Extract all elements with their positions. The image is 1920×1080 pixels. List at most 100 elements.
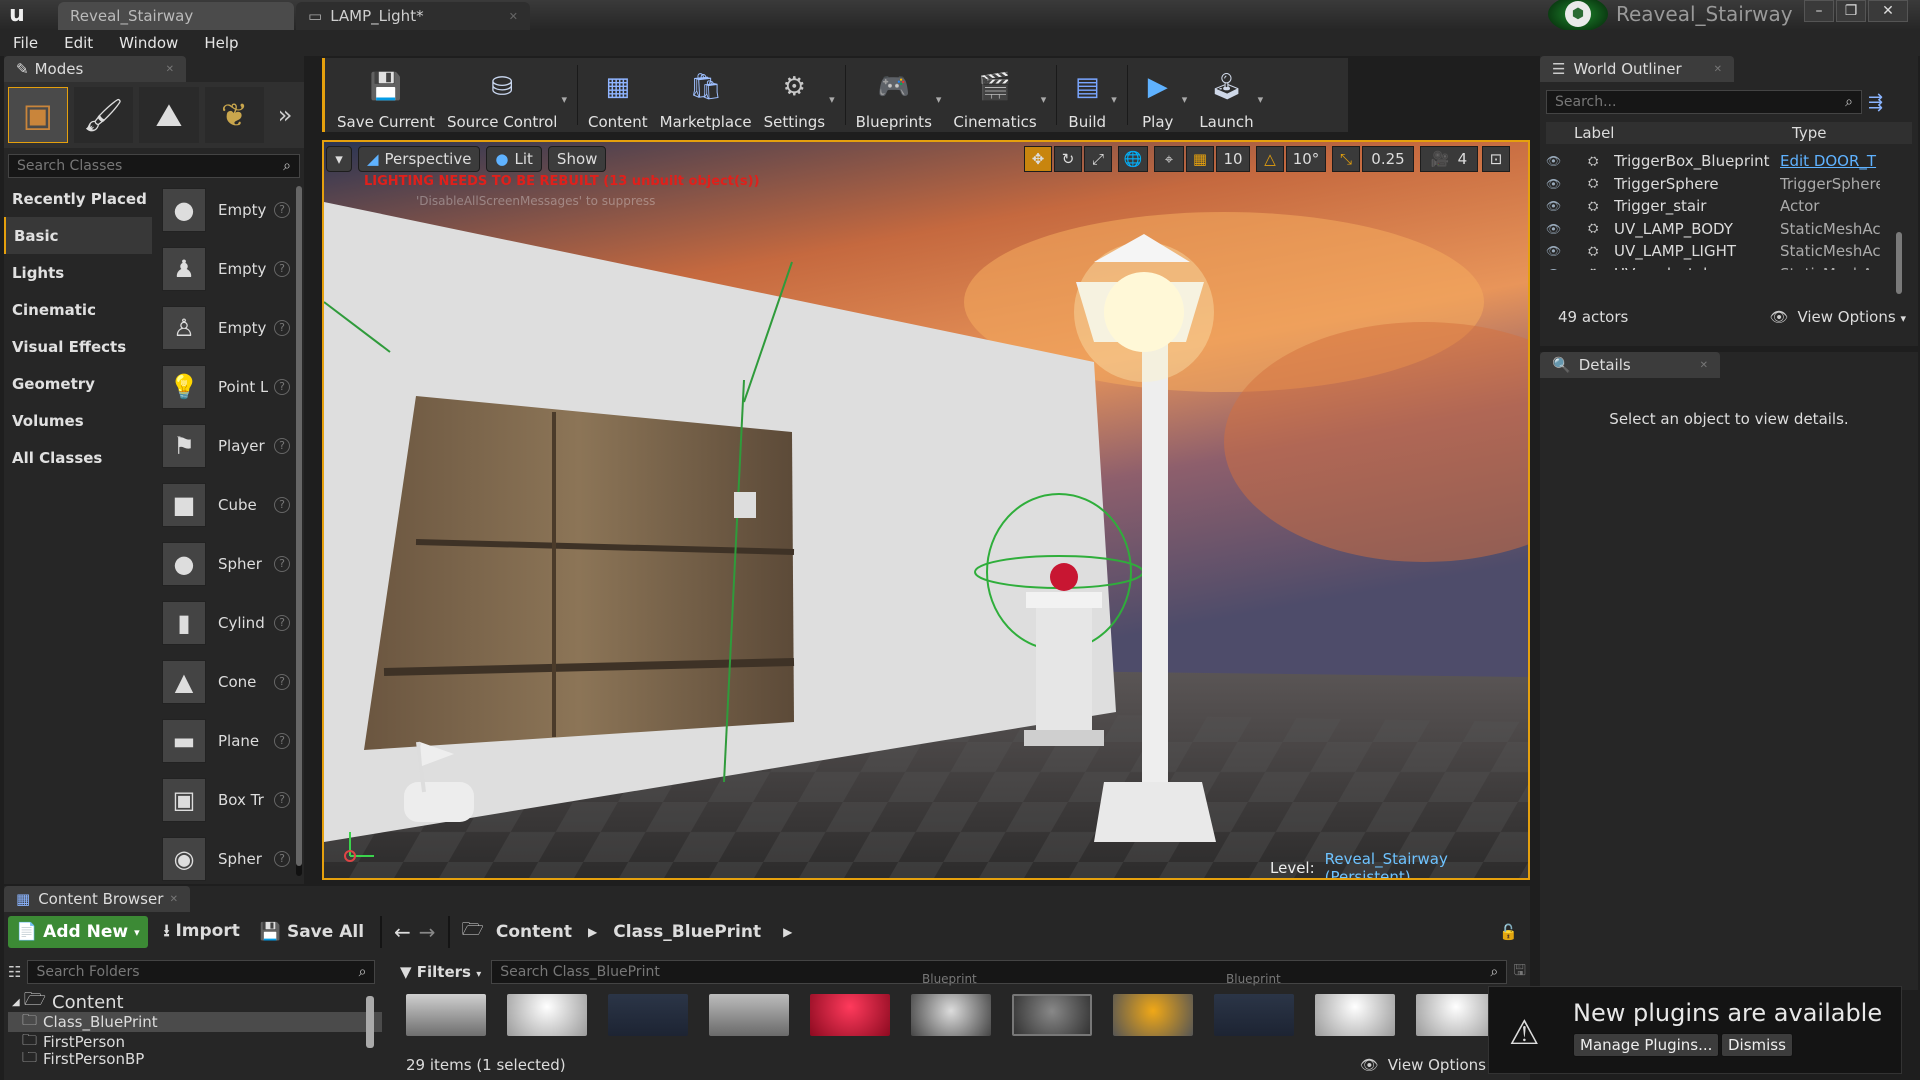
visibility-eye-icon[interactable]: 👁 bbox=[1546, 177, 1568, 191]
outliner-row[interactable]: 👁 ⛭ UV_LAMP_LIGHT StaticMeshAc bbox=[1546, 240, 1912, 263]
category-recently-placed[interactable]: Recently Placed bbox=[4, 180, 152, 217]
toolbar-button-source-control[interactable]: ⛁ Source Control bbox=[441, 59, 564, 131]
surface-snap-icon[interactable]: ⌖ bbox=[1154, 146, 1184, 172]
asset-thumbnail[interactable] bbox=[810, 994, 890, 1036]
scale-snap-value[interactable]: 0.25 bbox=[1362, 146, 1414, 172]
unreal-logo-icon[interactable]: u bbox=[4, 2, 30, 28]
toolbar-button-settings[interactable]: ⚙ Settings bbox=[758, 59, 832, 131]
toolbar-button-content[interactable]: ▦ Content bbox=[582, 59, 654, 131]
visibility-eye-icon[interactable]: 👁 bbox=[1546, 244, 1568, 258]
class-item[interactable]: ▬ Plane? bbox=[158, 711, 298, 770]
scale-snap-icon[interactable]: ⤡ bbox=[1332, 146, 1360, 172]
chevron-down-icon[interactable]: ▾ bbox=[829, 93, 835, 106]
category-cinematic[interactable]: Cinematic bbox=[4, 291, 152, 328]
close-icon[interactable]: ✕ bbox=[1714, 64, 1722, 75]
coordinate-space-icon[interactable]: 🌐 bbox=[1118, 146, 1148, 172]
menu-window[interactable]: Window bbox=[106, 34, 191, 52]
asset-thumbnail[interactable] bbox=[507, 994, 587, 1036]
tree-item-firstpersonbp[interactable]: 🗀 FirstPersonBP bbox=[8, 1052, 382, 1066]
menu-edit[interactable]: Edit bbox=[51, 34, 106, 52]
search-folders-input[interactable]: Search Folders ⌕ bbox=[27, 960, 376, 984]
type-column-header[interactable]: Type bbox=[1792, 124, 1826, 142]
world-outliner-tab[interactable]: ☰ World Outliner ✕ bbox=[1540, 56, 1734, 82]
outliner-row[interactable]: 👁 ⛭ TriggerSphere TriggerSphere bbox=[1546, 173, 1912, 196]
tree-item-class-blueprint[interactable]: 🗀 Class_BluePrint bbox=[8, 1011, 382, 1032]
doc-tab-blueprint[interactable]: ▭ LAMP_Light* ✕ bbox=[296, 2, 530, 30]
help-icon[interactable]: ? bbox=[274, 378, 290, 395]
visibility-eye-icon[interactable]: 👁 bbox=[1546, 222, 1568, 236]
chevron-down-icon[interactable]: ▾ bbox=[561, 93, 567, 106]
toolbar-button-blueprints[interactable]: 🎮 Blueprints bbox=[850, 59, 938, 131]
breadcrumb-content[interactable]: Content bbox=[496, 922, 572, 942]
category-geometry[interactable]: Geometry bbox=[4, 365, 152, 402]
close-icon[interactable]: ✕ bbox=[170, 894, 178, 905]
tree-item-content[interactable]: ◢ 🗁 Content bbox=[8, 989, 382, 1013]
tree-scrollbar[interactable] bbox=[366, 996, 374, 1048]
breadcrumb-class-blueprint[interactable]: Class_BluePrint bbox=[613, 922, 761, 942]
back-arrow-icon[interactable]: ← bbox=[394, 920, 411, 944]
paint-mode-icon[interactable]: 🖌 bbox=[73, 87, 134, 143]
more-modes-icon[interactable]: » bbox=[270, 87, 300, 143]
save-all-button[interactable]: 💾 Save All bbox=[256, 922, 368, 942]
close-window-button[interactable]: ✕ bbox=[1868, 0, 1908, 22]
category-volumes[interactable]: Volumes bbox=[4, 402, 152, 439]
import-button[interactable]: ⭳ Import bbox=[156, 918, 248, 947]
chevron-down-icon[interactable]: ▾ bbox=[1182, 93, 1188, 106]
filters-button[interactable]: ▼ Filters ▾ bbox=[396, 963, 485, 981]
close-icon[interactable]: ✕ bbox=[509, 10, 518, 23]
help-icon[interactable]: ? bbox=[274, 791, 290, 808]
save-search-icon[interactable]: 🖫 bbox=[1513, 960, 1526, 985]
outliner-search-input[interactable]: Search... ⌕ bbox=[1546, 90, 1862, 114]
perspective-button[interactable]: ◢ Perspective bbox=[358, 146, 481, 172]
level-viewport[interactable]: ▾ ◢ Perspective ● Lit Show LIGHTING NEED… bbox=[322, 140, 1530, 880]
breadcrumb-separator-icon[interactable]: ▶ bbox=[783, 925, 792, 939]
landscape-mode-icon[interactable]: ⛰ bbox=[139, 87, 199, 143]
modes-tab[interactable]: ✎ Modes ✕ bbox=[4, 56, 186, 82]
outliner-row[interactable]: 👁 ⛭ UV_LAMP_BODY StaticMeshAc bbox=[1546, 218, 1912, 241]
view-options-button[interactable]: 👁 View Options bbox=[1360, 1056, 1486, 1074]
class-item[interactable]: ▲ Cone? bbox=[158, 652, 298, 711]
visibility-eye-icon[interactable]: 👁 bbox=[1546, 154, 1568, 168]
chevron-down-icon[interactable]: ▾ bbox=[1041, 93, 1047, 106]
search-assets-input[interactable]: Search Class_BluePrint ⌕ bbox=[491, 960, 1508, 984]
class-item[interactable]: 💡 Point L? bbox=[158, 357, 298, 416]
chevron-down-icon[interactable]: ▾ bbox=[1258, 93, 1264, 106]
lit-button[interactable]: ● Lit bbox=[486, 146, 542, 172]
visibility-eye-icon[interactable]: 👁 bbox=[1546, 267, 1568, 270]
asset-thumbnail[interactable] bbox=[608, 994, 688, 1036]
class-item[interactable]: ◉ Spher? bbox=[158, 829, 298, 888]
category-basic[interactable]: Basic bbox=[4, 217, 152, 254]
maximize-viewport-icon[interactable]: ⊡ bbox=[1482, 146, 1510, 172]
help-icon[interactable]: ? bbox=[274, 260, 290, 277]
breadcrumb-separator-icon[interactable]: ▶ bbox=[588, 925, 597, 939]
help-icon[interactable]: ? bbox=[274, 732, 290, 749]
asset-thumbnail[interactable] bbox=[1113, 994, 1193, 1036]
tree-item-firstperson[interactable]: 🗀 FirstPerson bbox=[8, 1031, 382, 1052]
class-item[interactable]: ● Spher? bbox=[158, 534, 298, 593]
class-item[interactable]: ▮ Cylind? bbox=[158, 593, 298, 652]
close-icon[interactable]: ✕ bbox=[1700, 360, 1708, 371]
class-item[interactable]: ● Empty? bbox=[158, 180, 298, 239]
help-icon[interactable]: ? bbox=[274, 673, 290, 690]
asset-thumbnail[interactable] bbox=[1315, 994, 1395, 1036]
viewport-options-button[interactable]: ▾ bbox=[326, 146, 352, 172]
help-icon[interactable]: ? bbox=[274, 201, 290, 218]
outliner-scrollbar[interactable] bbox=[1896, 232, 1902, 294]
modes-scrollbar[interactable] bbox=[296, 186, 302, 876]
doc-tab-level[interactable]: Reveal_Stairway bbox=[58, 2, 294, 30]
search-classes-input[interactable]: Search Classes ⌕ bbox=[8, 154, 300, 178]
asset-thumbnail[interactable] bbox=[911, 994, 991, 1036]
class-item[interactable]: ■ Cube? bbox=[158, 475, 298, 534]
asset-thumbnail[interactable] bbox=[1416, 994, 1496, 1036]
asset-thumbnail[interactable] bbox=[1214, 994, 1294, 1036]
place-mode-icon[interactable]: ▣ bbox=[8, 87, 68, 143]
grid-snap-icon[interactable]: ▦ bbox=[1186, 146, 1214, 172]
toolbar-button-play[interactable]: ▶ Play bbox=[1132, 59, 1184, 131]
label-column-header[interactable]: Label bbox=[1574, 124, 1792, 142]
camera-speed-button[interactable]: 🎥 4 bbox=[1420, 146, 1478, 172]
outliner-row[interactable]: 👁 ⛭ TriggerBox_Blueprint Edit DOOR_T bbox=[1546, 150, 1912, 173]
help-icon[interactable]: ? bbox=[274, 614, 290, 631]
rotation-snap-value[interactable]: 10° bbox=[1286, 146, 1326, 172]
grid-size-value[interactable]: 10 bbox=[1216, 146, 1250, 172]
lock-icon[interactable]: 🔓 bbox=[1499, 923, 1518, 941]
